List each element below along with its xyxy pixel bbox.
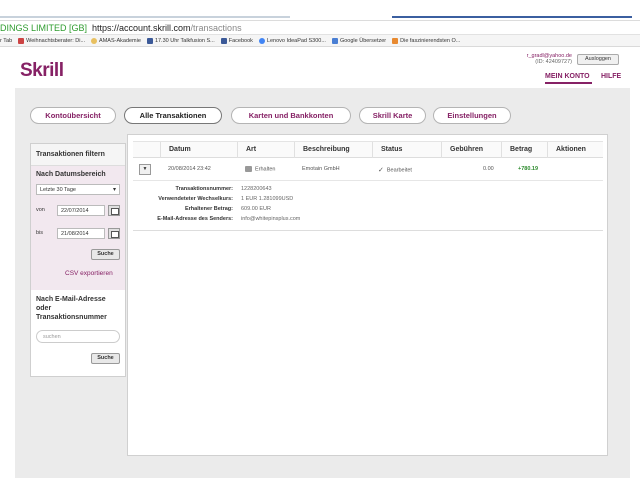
check-icon: ✓ bbox=[378, 167, 384, 174]
from-date-input[interactable]: 22/07/2014 bbox=[57, 205, 105, 216]
detail-value: 1 EUR 1.281099USD bbox=[241, 196, 294, 202]
detail-label: Verwendeteter Wechselkurs: bbox=[158, 196, 233, 202]
email-search-label: Nach E-Mail-Adresse oder Transaktionsnum… bbox=[36, 296, 107, 321]
column-header-description[interactable]: Beschreibung bbox=[294, 142, 372, 158]
bookmark-icon bbox=[91, 37, 98, 44]
row-description: Emotain GmbH bbox=[302, 166, 340, 172]
url-path: /transactions bbox=[190, 23, 242, 33]
filter-sidebar: Transaktionen filtern Nach Datumsbereich… bbox=[30, 143, 126, 377]
bookmark-item[interactable]: Facebook bbox=[220, 37, 253, 44]
row-status: ✓ Bearbeitet bbox=[378, 166, 412, 174]
bookmark-label: 17.30 Uhr Talkfusion S... bbox=[154, 37, 215, 44]
tab-line-left bbox=[0, 16, 290, 18]
bookmark-item[interactable]: Die faszinierendsten O... bbox=[392, 37, 461, 44]
bookmark-item[interactable]: Weihnachtsberater: Di... bbox=[18, 37, 86, 44]
calendar-icon[interactable] bbox=[108, 205, 120, 216]
nav-active-underline bbox=[545, 82, 592, 84]
bookmark-label: AMAS-Akademie bbox=[99, 37, 141, 44]
chevron-down-icon: ▾ bbox=[112, 187, 116, 193]
bookmark-item[interactable]: Lenovo IdeaPad S300... bbox=[258, 37, 326, 44]
column-header-actions: Aktionen bbox=[547, 142, 603, 158]
row-status-label: Bearbeitet bbox=[386, 167, 412, 174]
url-host: https://account.skrill.com bbox=[92, 23, 191, 33]
to-date-input[interactable]: 21/08/2014 bbox=[57, 228, 105, 239]
email-search-button[interactable]: Suche bbox=[91, 353, 120, 364]
logout-button[interactable]: Ausloggen bbox=[577, 54, 619, 65]
bookmark-label: Google Übersetzer bbox=[339, 37, 387, 44]
skrill-logo[interactable]: Skrill bbox=[20, 60, 64, 82]
nav-my-account[interactable]: MEIN KONTO bbox=[545, 73, 590, 80]
date-search-button[interactable]: Suche bbox=[91, 249, 120, 260]
url-field[interactable]: https://account.skrill.com/transactions bbox=[92, 23, 242, 33]
expand-row-button[interactable]: ▼ bbox=[139, 164, 151, 175]
date-range-select-value: Letzte 30 Tage bbox=[40, 187, 76, 193]
tab-skrill-card[interactable]: Skrill Karte bbox=[359, 107, 426, 124]
row-fees: 0.00 bbox=[483, 166, 494, 172]
bookmark-icon bbox=[18, 37, 25, 44]
column-header-toggle bbox=[133, 142, 160, 158]
detail-label: Transaktionsnummer: bbox=[175, 186, 233, 192]
translate-icon bbox=[331, 37, 338, 44]
facebook-icon bbox=[220, 37, 227, 44]
site-header: Skrill r_gradl@yahoo.de (ID: 42409727) A… bbox=[0, 48, 640, 88]
row-type: Erhalten bbox=[245, 166, 276, 172]
window-top-strip bbox=[0, 0, 640, 20]
bookmarks-bar: r Tab Weihnachtsberater: Di... AMAS-Akad… bbox=[0, 35, 640, 47]
user-id: (ID: 42409727) bbox=[535, 59, 572, 65]
tab-cards-bank-accounts[interactable]: Karten und Bankkonten bbox=[231, 107, 351, 124]
from-label: von bbox=[36, 207, 45, 213]
bookmark-item[interactable]: 17.30 Uhr Talkfusion S... bbox=[146, 37, 215, 44]
facebook-icon bbox=[146, 37, 153, 44]
date-range-select[interactable]: Letzte 30 Tage ▾ bbox=[36, 184, 120, 195]
calendar-icon[interactable] bbox=[108, 228, 120, 239]
bookmark-icon bbox=[392, 37, 399, 44]
date-range-label: Nach Datumsbereich bbox=[36, 171, 106, 178]
row-amount: +780.19 bbox=[518, 166, 539, 172]
tab-settings[interactable]: Einstellungen bbox=[433, 107, 511, 124]
detail-value: 1228200643 bbox=[241, 186, 272, 192]
detail-label: E-Mail-Adresse des Senders: bbox=[157, 216, 233, 222]
bookmark-label: Die faszinierendsten O... bbox=[400, 37, 461, 44]
table-row[interactable]: ▼ 20/08/2014 23:42 Erhalten Emotain GmbH… bbox=[133, 158, 603, 181]
detail-value: 609.00 EUR bbox=[241, 206, 271, 212]
filter-title: Transaktionen filtern bbox=[31, 144, 125, 166]
detail-label: Erhaltener Betrag: bbox=[185, 206, 233, 212]
row-type-label: Erhalten bbox=[255, 166, 276, 173]
transaction-details: Transaktionsnummer: 1228200643 Verwendet… bbox=[133, 181, 603, 231]
column-header-date[interactable]: Datum bbox=[160, 142, 237, 158]
row-date: 20/08/2014 23:42 bbox=[168, 166, 211, 172]
nav-help[interactable]: HILFE bbox=[601, 73, 621, 80]
email-search-input[interactable]: suchen bbox=[36, 330, 120, 343]
tab-account-overview[interactable]: Kontoübersicht bbox=[30, 107, 116, 124]
column-header-type[interactable]: Art bbox=[237, 142, 294, 158]
tab-line-right bbox=[392, 16, 632, 18]
bookmark-item[interactable]: r Tab bbox=[0, 38, 12, 44]
bookmark-label: Lenovo IdeaPad S300... bbox=[266, 37, 326, 44]
certificate-label[interactable]: DINGS LIMITED [GB] bbox=[0, 23, 87, 33]
bookmark-label: r Tab bbox=[0, 37, 13, 44]
bookmark-item[interactable]: Google Übersetzer bbox=[331, 37, 387, 44]
tab-all-transactions[interactable]: Alle Transaktionen bbox=[124, 107, 222, 124]
column-header-fees[interactable]: Gebühren bbox=[441, 142, 501, 158]
transactions-panel: Datum Art Beschreibung Status Gebühren B… bbox=[127, 134, 608, 456]
bookmark-label: Weihnachtsberater: Di... bbox=[26, 37, 86, 44]
google-icon bbox=[258, 37, 265, 44]
detail-value: info@whitepinsplus.com bbox=[241, 216, 301, 222]
bookmark-item[interactable]: AMAS-Akademie bbox=[91, 37, 141, 44]
to-label: bis bbox=[36, 230, 44, 236]
address-bar[interactable]: DINGS LIMITED [GB] https://account.skril… bbox=[0, 20, 640, 35]
received-icon bbox=[245, 166, 252, 172]
column-header-status[interactable]: Status bbox=[372, 142, 441, 158]
csv-export-link[interactable]: CSV exportieren bbox=[65, 270, 113, 277]
table-header: Datum Art Beschreibung Status Gebühren B… bbox=[133, 141, 603, 158]
column-header-amount[interactable]: Betrag bbox=[501, 142, 547, 158]
bookmark-label: Facebook bbox=[228, 37, 253, 44]
